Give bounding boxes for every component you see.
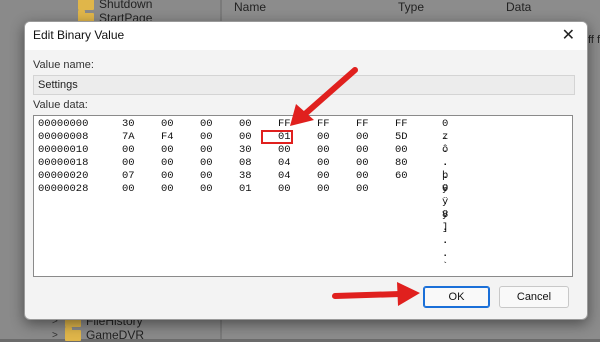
annotation-arrows (290, 67, 420, 306)
arrow-to-byte (290, 67, 358, 126)
arrow-to-ok (332, 282, 420, 306)
